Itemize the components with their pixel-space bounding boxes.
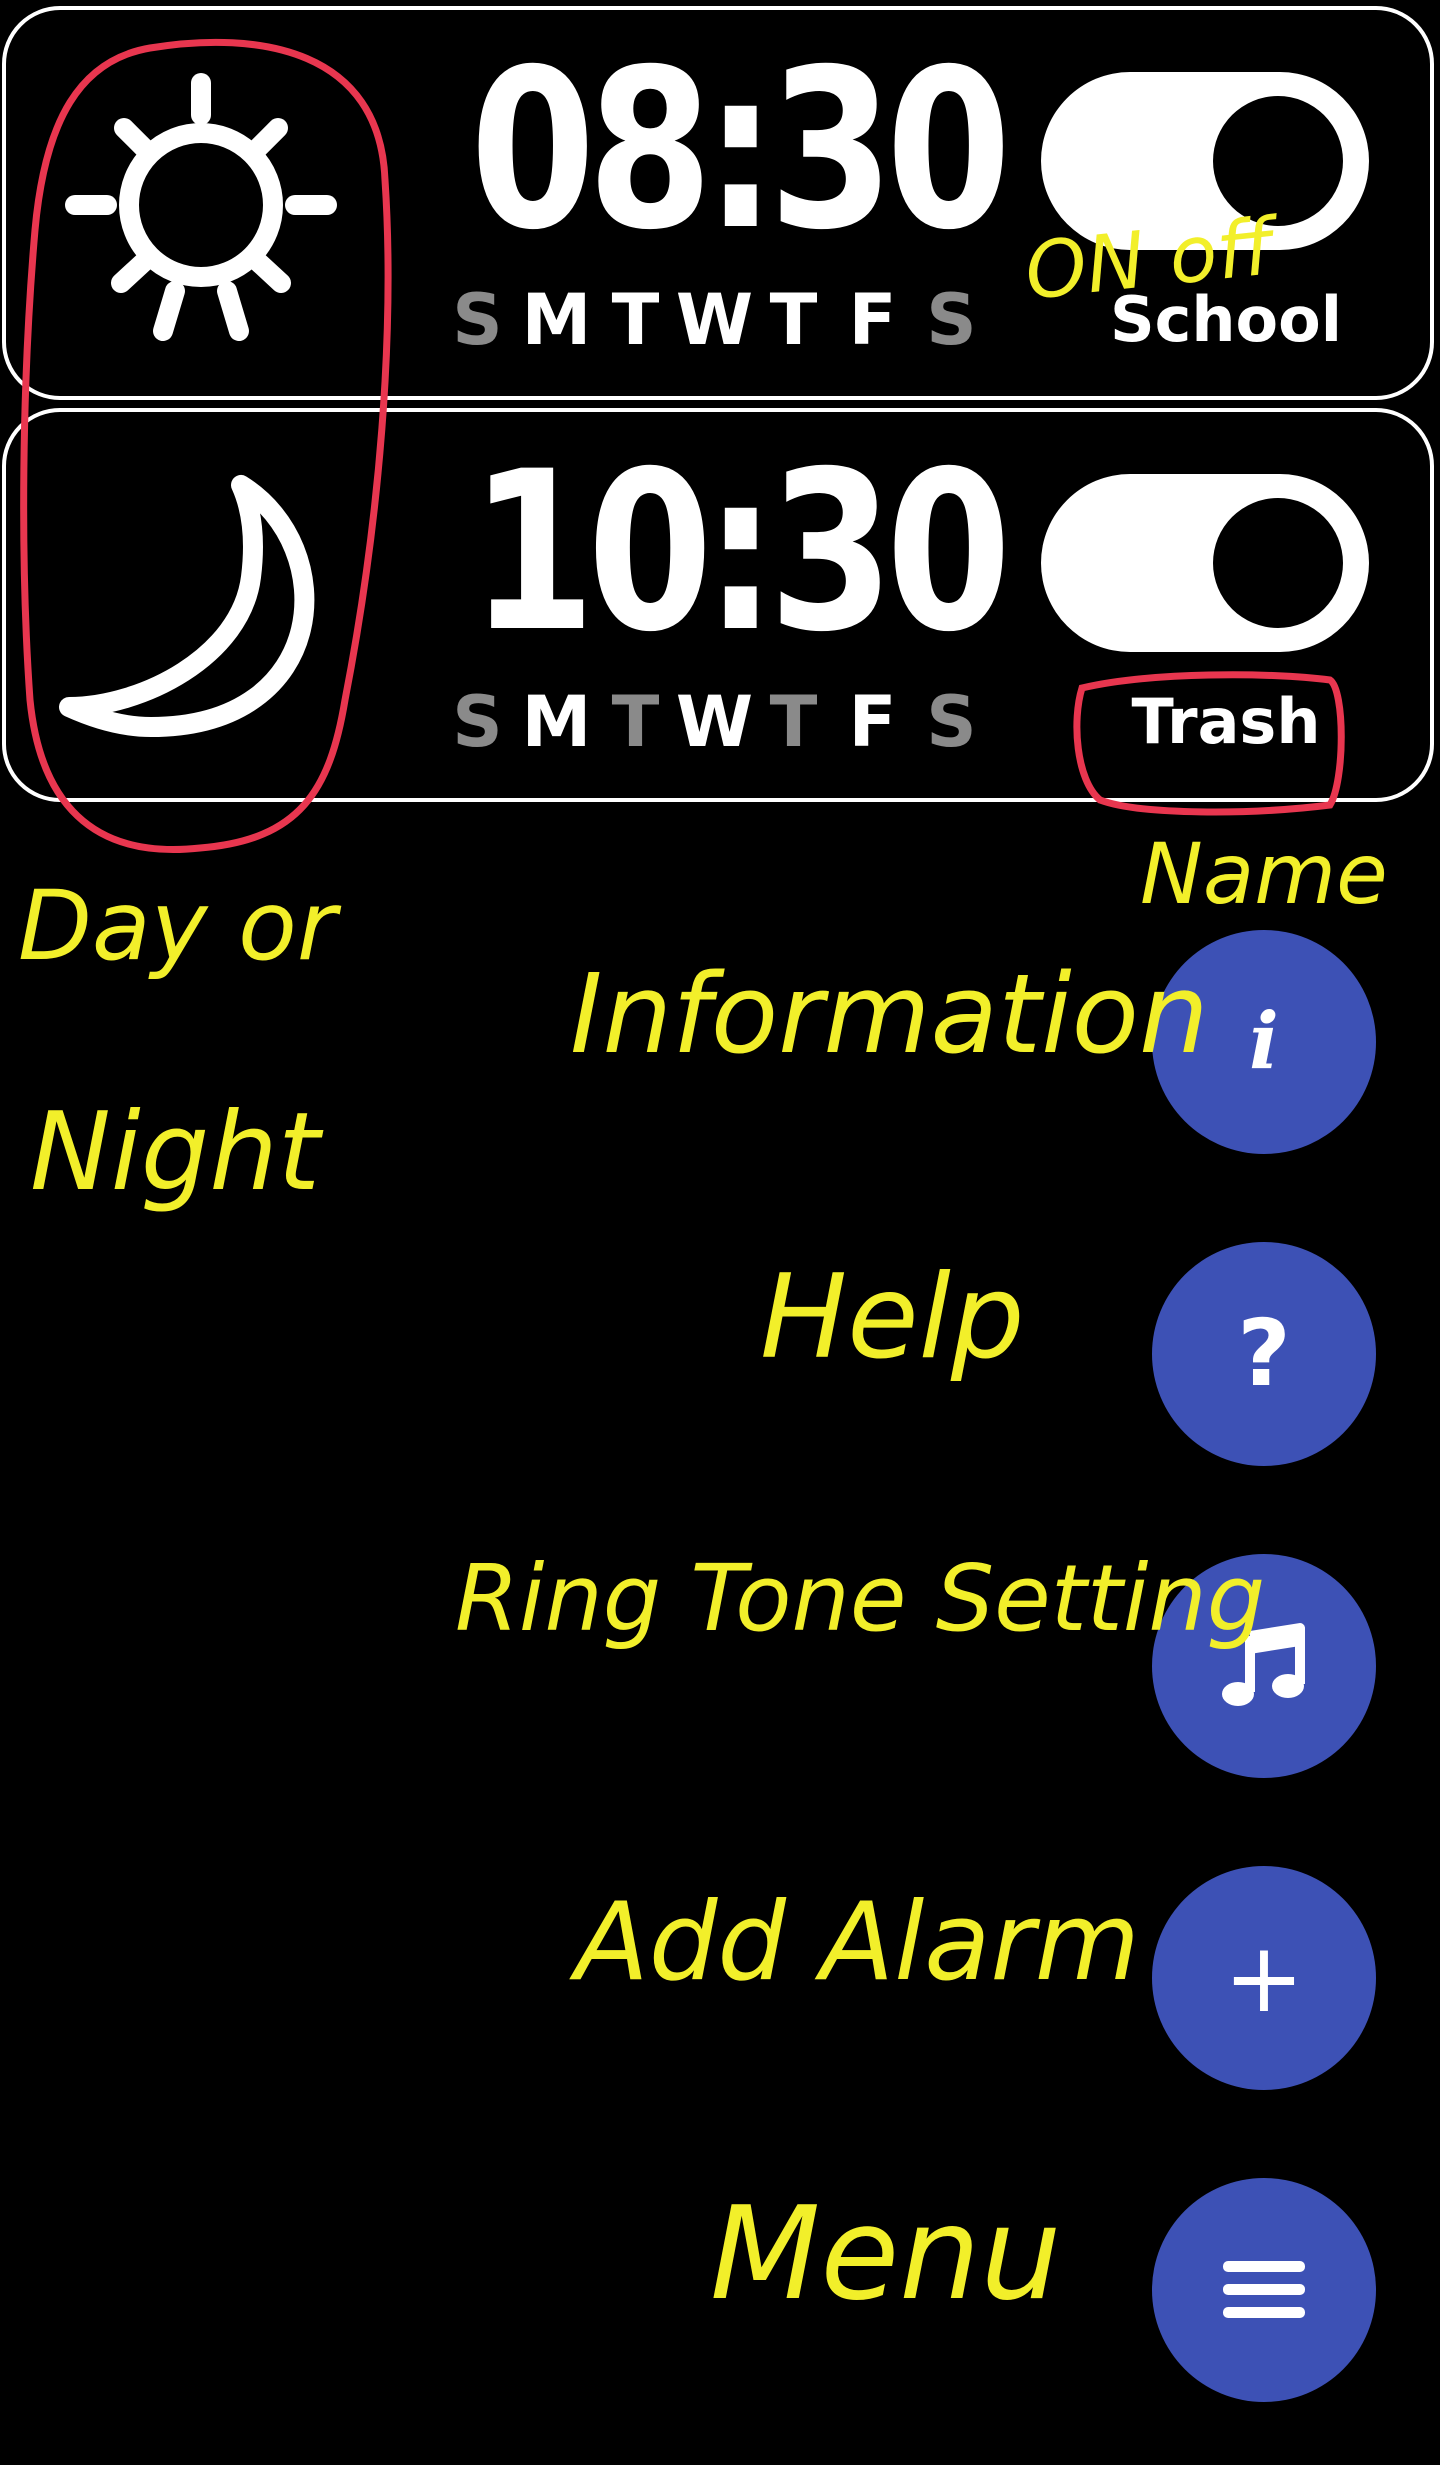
day-friday[interactable]: F	[833, 682, 912, 762]
menu-button[interactable]	[1152, 2178, 1376, 2402]
day-tuesday[interactable]: T	[596, 280, 675, 360]
annotation-menu: Menu	[710, 2180, 1062, 2329]
day-monday[interactable]: M	[517, 280, 596, 360]
day-tuesday[interactable]: T	[596, 682, 675, 762]
info-icon: i	[1249, 996, 1279, 1087]
weekday-selector: S M T W T F S	[438, 280, 991, 360]
day-thursday[interactable]: T	[754, 682, 833, 762]
annotation-day-or: Day or	[18, 870, 337, 982]
annotation-name: Name	[1140, 825, 1388, 923]
annotation-ring-tone-setting: Ring Tone Setting	[455, 1545, 1266, 1652]
alarm-name[interactable]: Trash	[1066, 682, 1386, 762]
alarm-card[interactable]: 10:30 S M T W T F S Trash	[2, 408, 1434, 802]
help-icon: ?	[1237, 1300, 1291, 1407]
plus-icon: +	[1223, 1922, 1305, 2034]
weekday-selector: S M T W T F S	[438, 682, 991, 762]
moon-icon[interactable]	[51, 457, 351, 757]
alarm-toggle[interactable]	[1041, 474, 1369, 652]
day-monday[interactable]: M	[517, 682, 596, 762]
toggle-knob	[1213, 498, 1343, 628]
day-sunday[interactable]: S	[438, 280, 517, 360]
day-thursday[interactable]: T	[754, 280, 833, 360]
help-button[interactable]: ?	[1152, 1242, 1376, 1466]
annotation-help: Help	[760, 1250, 1025, 1385]
day-friday[interactable]: F	[833, 280, 912, 360]
day-wednesday[interactable]: W	[675, 682, 754, 762]
annotation-information: Information	[570, 950, 1209, 1078]
alarm-time[interactable]: 08:30	[470, 30, 1011, 270]
alarm-time[interactable]: 10:30	[470, 432, 1011, 672]
day-sunday[interactable]: S	[438, 682, 517, 762]
day-saturday[interactable]: S	[912, 682, 991, 762]
day-wednesday[interactable]: W	[675, 280, 754, 360]
day-saturday[interactable]: S	[912, 280, 991, 360]
add-alarm-button[interactable]: +	[1152, 1866, 1376, 2090]
sun-icon[interactable]	[51, 55, 351, 355]
alarm-card[interactable]: 08:30 S M T W T F S School	[2, 6, 1434, 400]
annotation-night: Night	[30, 1090, 321, 1215]
annotation-add-alarm: Add Alarm	[575, 1880, 1140, 2005]
hamburger-menu-icon	[1223, 2261, 1305, 2318]
